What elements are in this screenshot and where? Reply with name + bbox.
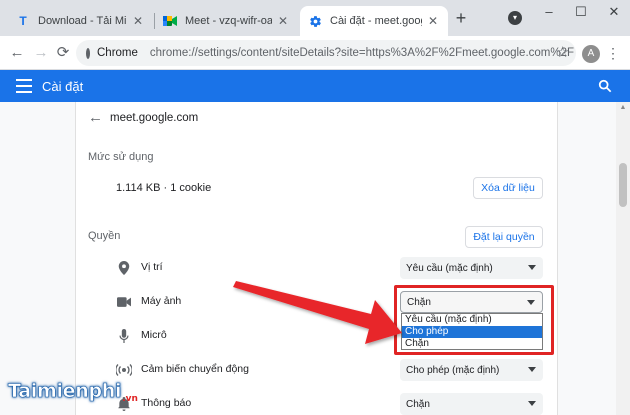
avatar[interactable]: A [582,45,600,63]
permission-label: Máy ảnh [141,295,182,307]
forward-button[interactable]: → [32,44,50,62]
new-tab-button[interactable]: + [452,9,470,27]
dropdown-option-allow[interactable]: Cho phép [402,326,542,338]
permission-row-motion-sensors: Cảm biến chuyển động Cho phép (mặc định) [76,355,559,385]
close-tab-icon[interactable]: ✕ [426,14,440,28]
tab-label: Meet - vzq-wifr-oay [185,15,272,27]
permission-label: Cảm biến chuyển động [141,363,249,375]
chevron-down-icon [528,265,536,270]
permission-label: Vị trí [141,261,163,273]
camera-icon [116,294,132,310]
minimize-button[interactable]: – [540,4,558,22]
clear-data-button[interactable]: Xóa dữ liệu [473,177,543,199]
select-value: Yêu cầu (mặc định) [406,262,493,274]
tab-meet[interactable]: Meet - vzq-wifr-oay ✕ [155,6,298,36]
tab-strip: T Download - Tải Miễn Phí V ✕ Meet - vzq… [0,0,630,36]
microphone-icon [116,328,132,344]
taimienphi-favicon-icon: T [19,14,27,28]
back-arrow-icon[interactable]: ← [88,109,103,126]
more-menu-icon[interactable]: ⋮ [606,44,620,62]
location-icon [116,260,132,276]
scroll-up-arrow-icon[interactable]: ▲ [619,104,627,111]
permission-label: Thông báo [141,397,192,409]
browser-toolbar: ← → ⟳ Chrome chrome://settings/content/s… [0,36,630,70]
tab-label: Cài đặt - meet.google.com [330,15,422,27]
tab-download[interactable]: T Download - Tải Miễn Phí V ✕ [8,6,153,36]
reset-permissions-button[interactable]: Đặt lại quyền [465,226,543,248]
select-value: Cho phép (mặc định) [406,364,500,376]
back-button[interactable]: ← [8,44,26,62]
chevron-down-icon [528,401,536,406]
chevron-down-icon [528,367,536,372]
location-select[interactable]: Yêu cầu (mặc định) [400,257,543,279]
notifications-select[interactable]: Chặn [400,393,543,415]
motion-sensors-select[interactable]: Cho phép (mặc định) [400,359,543,381]
meet-favicon-icon [163,14,177,28]
taimienphi-logo: Taimienphi .vn [8,368,138,404]
site-details-card: ← meet.google.com Mức sử dụng 1.114 KB ·… [75,102,558,415]
permission-row-location: Vị trí Yêu cầu (mặc định) [76,253,559,283]
select-value: Chặn [406,398,430,410]
url-text[interactable]: chrome://settings/content/siteDetails?si… [150,47,574,59]
scrollbar-thumb[interactable] [619,163,627,207]
page-scrollbar[interactable] [616,102,630,415]
dropdown-option-block[interactable]: Chặn [402,338,542,350]
site-name: meet.google.com [110,112,199,124]
chrome-page-icon[interactable] [86,47,90,59]
tab-settings[interactable]: Cài đặt - meet.google.com ✕ [300,6,448,36]
permissions-label: Quyền [88,230,121,242]
chrome-scheme-label: Chrome [97,47,138,59]
logo-domain: .vn [122,394,138,404]
address-bar[interactable]: Chrome chrome://settings/content/siteDet… [76,40,576,66]
maximize-button[interactable]: ☐ [572,4,590,22]
menu-icon[interactable] [16,79,32,93]
close-tab-icon[interactable]: ✕ [131,14,145,28]
usage-value: 1.114 KB · 1 cookie [116,182,212,194]
permission-row-notifications: Thông báo Chặn [76,389,559,415]
tab-label: Download - Tải Miễn Phí V [38,15,127,27]
gear-icon [308,14,322,28]
permission-label: Micrô [141,329,167,341]
page-title: Cài đặt [42,79,84,94]
reload-button[interactable]: ⟳ [54,44,72,62]
close-window-button[interactable]: ✕ [605,4,623,22]
search-icon[interactable] [598,79,612,93]
logo-text: Taimienphi [8,380,122,403]
tab-search-button[interactable]: ▾ [508,11,522,25]
camera-dropdown-list: Yêu cầu (mặc định) Cho phép Chặn [401,313,543,350]
dropdown-option-ask[interactable]: Yêu cầu (mặc định) [402,314,542,326]
bookmark-star-icon[interactable]: ☆ [556,45,569,60]
settings-header: Cài đặt [0,70,630,102]
close-tab-icon[interactable]: ✕ [276,14,290,28]
usage-label: Mức sử dụng [88,151,154,163]
